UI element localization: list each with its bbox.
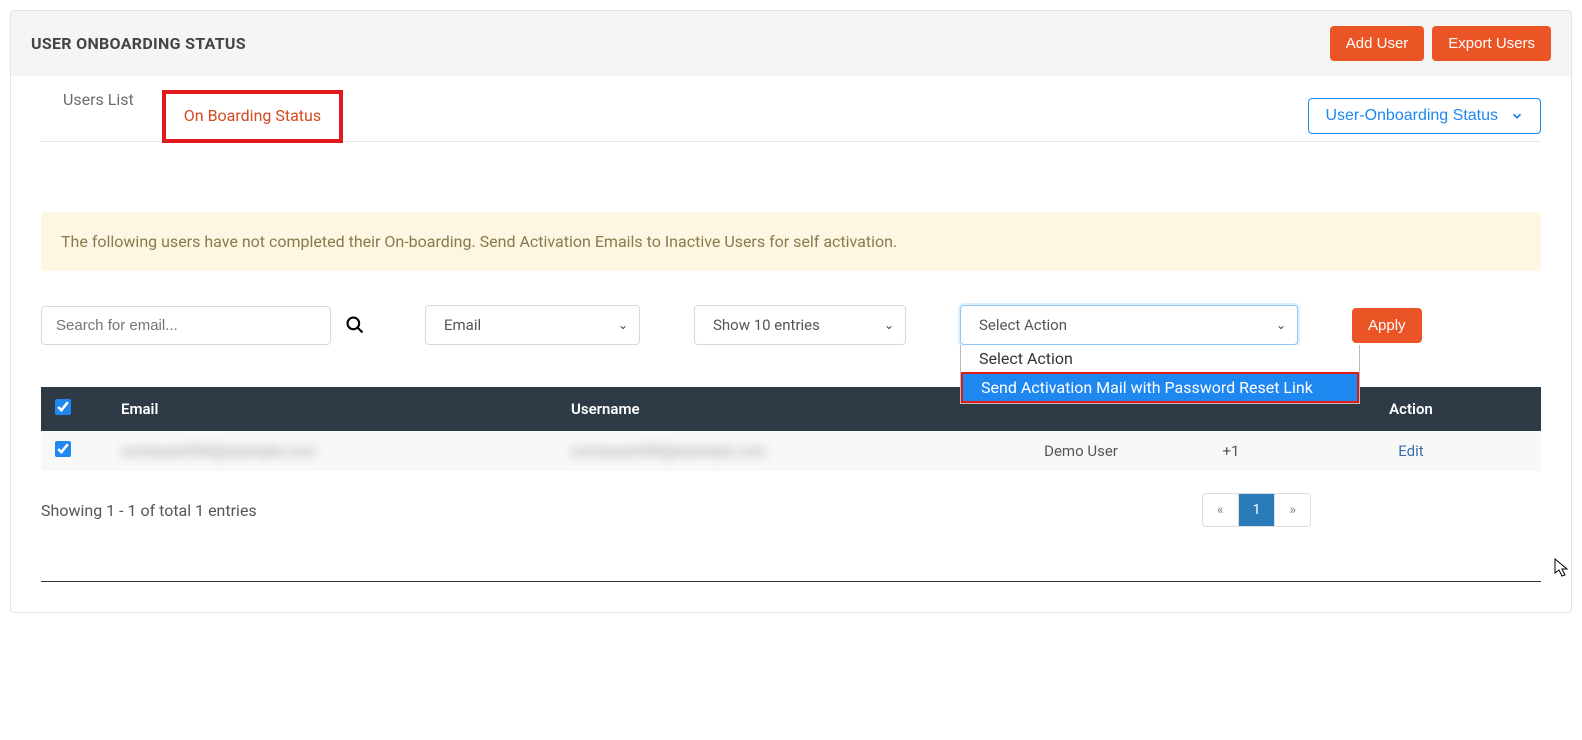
action-select-wrap: Select Action ⌄ Select Action Send Activ… [960, 305, 1298, 345]
export-users-button[interactable]: Export Users [1432, 26, 1551, 61]
pager-prev[interactable]: « [1203, 494, 1239, 526]
row-action-cell: Edit [1291, 442, 1531, 460]
action-select[interactable]: Select Action [960, 305, 1298, 345]
entries-value: Show 10 entries [713, 316, 820, 334]
filter-field-select[interactable]: Email [425, 305, 640, 345]
tabs-row: Users List On Boarding Status User-Onboa… [41, 76, 1541, 142]
tab-users-list[interactable]: Users List [63, 90, 134, 141]
search-input[interactable] [41, 306, 331, 345]
row-username-cell: someuser000@example.com [571, 442, 991, 460]
filter-field-value: Email [444, 316, 481, 334]
tab-highlight: On Boarding Status [162, 90, 343, 143]
edit-link[interactable]: Edit [1398, 442, 1423, 460]
row-email-value: someuser000@example.com [121, 442, 316, 460]
row-checkbox[interactable] [55, 441, 71, 457]
panel-body: Users List On Boarding Status User-Onboa… [11, 76, 1571, 612]
controls-row: Email ⌄ Show 10 entries ⌄ Select Action … [41, 305, 1541, 345]
action-option-select-action[interactable]: Select Action [961, 345, 1359, 372]
header-actions: Add User Export Users [1330, 26, 1551, 61]
col-check-header [51, 399, 111, 419]
tab-onboarding-status[interactable]: On Boarding Status [184, 106, 321, 125]
entries-select-wrap: Show 10 entries ⌄ [654, 305, 906, 345]
add-user-button[interactable]: Add User [1330, 26, 1425, 61]
table-footer: Showing 1 - 1 of total 1 entries « 1 » [41, 493, 1541, 527]
row-email-cell: someuser000@example.com [111, 442, 571, 460]
table-row: someuser000@example.com someuser000@exam… [41, 431, 1541, 471]
action-dropdown-list: Select Action Send Activation Mail with … [960, 345, 1360, 404]
divider [41, 581, 1541, 582]
chevron-down-icon [1510, 109, 1524, 123]
panel-header: USER ONBOARDING STATUS Add User Export U… [11, 11, 1571, 76]
search-icon[interactable] [345, 315, 365, 335]
info-banner: The following users have not completed t… [41, 212, 1541, 271]
user-onboarding-status-dropdown[interactable]: User-Onboarding Status [1308, 98, 1541, 134]
pager: « 1 » [1202, 493, 1311, 527]
showing-text: Showing 1 - 1 of total 1 entries [41, 501, 257, 520]
col-email-header: Email [111, 400, 571, 418]
action-selected-value: Select Action [979, 316, 1067, 334]
onboarding-panel: USER ONBOARDING STATUS Add User Export U… [10, 10, 1572, 613]
row-extra2-cell: +1 [1171, 442, 1291, 460]
select-all-checkbox[interactable] [55, 399, 71, 415]
status-dropdown-label: User-Onboarding Status [1325, 107, 1498, 125]
col-username-header: Username [571, 400, 991, 418]
row-extra1-cell: Demo User [991, 442, 1171, 460]
row-username-value: someuser000@example.com [571, 442, 766, 460]
pager-page-1[interactable]: 1 [1239, 494, 1276, 526]
action-option-send-activation[interactable]: Send Activation Mail with Password Reset… [961, 372, 1359, 403]
row-check-cell [51, 441, 111, 461]
page-title: USER ONBOARDING STATUS [31, 34, 246, 53]
filter-field-select-wrap: Email ⌄ [379, 305, 640, 345]
pager-next[interactable]: » [1275, 494, 1310, 526]
apply-button[interactable]: Apply [1352, 308, 1422, 343]
search-wrap [41, 306, 365, 345]
tabs: Users List On Boarding Status [41, 90, 343, 141]
entries-select[interactable]: Show 10 entries [694, 305, 906, 345]
